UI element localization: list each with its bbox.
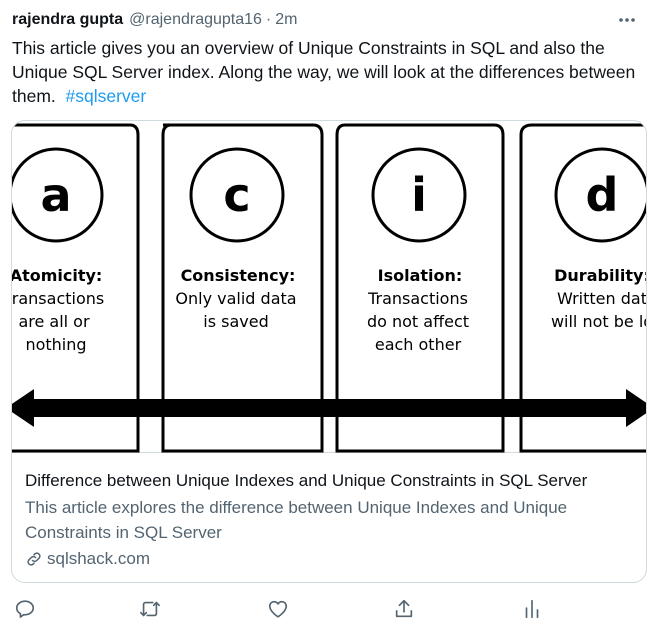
line-durability-2: will not be lo — [551, 312, 647, 331]
separator-dot: · — [265, 11, 272, 28]
heading-durability: Durability: — [554, 266, 647, 285]
share-icon[interactable] — [389, 594, 419, 624]
line-isolation-3: each other — [375, 335, 462, 354]
line-atomicity-3: nothing — [25, 335, 86, 354]
line-consistency-2: is saved — [203, 312, 268, 331]
letter-i: i — [411, 168, 427, 222]
card-image-acid[interactable]: a c i d Atomicity: ransactions are all o… — [12, 121, 647, 453]
letter-a: a — [40, 168, 71, 222]
like-icon[interactable] — [263, 594, 293, 624]
retweet-icon[interactable] — [135, 594, 165, 624]
hashtag-link[interactable]: #sqlserver — [66, 86, 147, 106]
card-description: This article explores the difference bet… — [25, 498, 568, 542]
letter-d: d — [586, 168, 619, 222]
line-atomicity-1: ransactions — [12, 289, 104, 308]
tweet-header: rajendra gupta @rajendragupta16 · 2m — [12, 8, 652, 32]
line-durability-1: Written dat — [557, 289, 647, 308]
heading-consistency: Consistency: — [181, 266, 296, 285]
card-domain-row: sqlshack.com — [25, 547, 150, 571]
link-icon — [25, 550, 43, 568]
card-domain: sqlshack.com — [47, 549, 150, 568]
tweet-text: This article gives you an overview of Un… — [12, 36, 648, 108]
heading-atomicity: Atomicity: — [12, 266, 102, 285]
link-preview-card[interactable]: a c i d Atomicity: ransactions are all o… — [11, 120, 647, 583]
tweet-actions — [0, 594, 662, 624]
author-handle[interactable]: @rajendragupta16 — [129, 11, 262, 29]
author-name[interactable]: rajendra gupta — [12, 11, 123, 29]
line-isolation-1: Transactions — [367, 289, 468, 308]
timeline-arrow — [12, 389, 646, 427]
line-consistency-1: Only valid data — [175, 289, 296, 308]
letter-c: c — [223, 168, 250, 222]
line-atomicity-2: are all or — [18, 312, 90, 331]
line-isolation-2: do not affect — [367, 312, 469, 331]
analytics-icon[interactable] — [517, 594, 547, 624]
heading-isolation: Isolation: — [378, 266, 463, 285]
more-options-icon[interactable] — [616, 10, 638, 30]
reply-icon[interactable] — [10, 594, 40, 624]
acid-illustration: a c i d Atomicity: ransactions are all o… — [12, 123, 647, 453]
tweet-timestamp[interactable]: 2m — [275, 11, 297, 29]
card-title[interactable]: Difference between Unique Indexes and Un… — [25, 470, 637, 492]
